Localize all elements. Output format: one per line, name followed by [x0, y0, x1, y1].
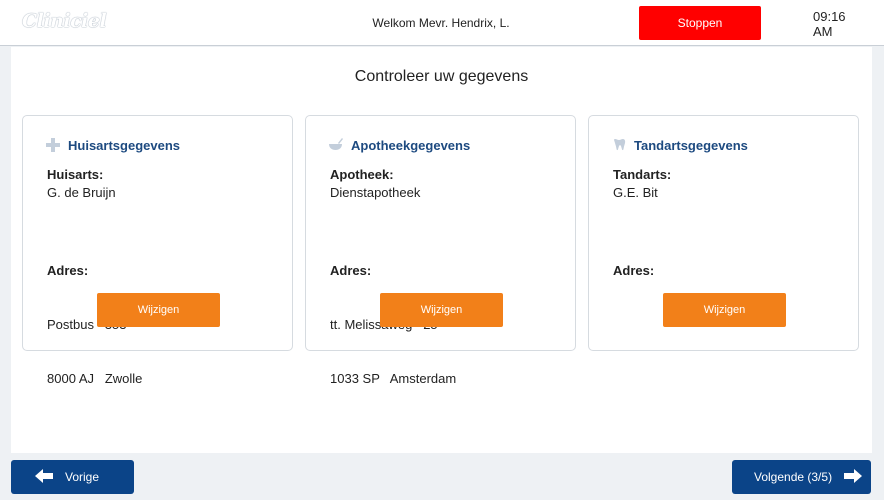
card-title: Apotheekgegevens [351, 137, 471, 153]
address-field: Adres: [613, 226, 654, 388]
address-label: Adres: [613, 263, 655, 278]
address-label: Adres: [330, 263, 372, 278]
address-line-2: 8000 AJ Zwolle [47, 371, 143, 386]
top-bar: Cliniciel Welkom Mevr. Hendrix, L. Stopp… [0, 0, 884, 46]
edit-huisarts-button[interactable]: Wijzigen [97, 293, 220, 327]
previous-label: Vorige [65, 470, 100, 484]
stop-button[interactable]: Stoppen [639, 6, 761, 40]
footer-bar: Vorige Volgende (3/5) [0, 453, 884, 500]
app-logo: Cliniciel [22, 10, 107, 32]
next-button[interactable]: Volgende (3/5) [732, 460, 871, 494]
address-label: Adres: [47, 263, 89, 278]
name-label: Apotheek: [330, 167, 394, 182]
card-header: Huisartsgegevens [45, 137, 180, 153]
name-field: Tandarts: G.E. Bit [613, 166, 671, 202]
clock: 09:16 AM [813, 9, 846, 39]
arrow-left-icon [35, 468, 53, 486]
name-field: Huisarts: G. de Bruijn [47, 166, 116, 202]
card-header: Tandartsgegevens [611, 137, 748, 153]
name-value: G. de Bruijn [47, 185, 116, 200]
edit-apotheek-button[interactable]: Wijzigen [380, 293, 503, 327]
card-apotheek: Apotheekgegevens Apotheek: Dienstapothee… [305, 115, 576, 386]
tooth-icon [611, 137, 627, 153]
welcome-text: Welkom Mevr. Hendrix, L. [372, 16, 510, 30]
previous-button[interactable]: Vorige [11, 460, 134, 494]
card-header: Apotheekgegevens [328, 137, 470, 153]
name-value: Dienstapotheek [330, 185, 421, 200]
arrow-right-icon [844, 468, 863, 486]
next-label: Volgende (3/5) [754, 470, 833, 484]
main-content: Controleer uw gegevens Huisartsgegevens … [11, 47, 872, 453]
edit-tandarts-button[interactable]: Wijzigen [663, 293, 786, 327]
name-label: Huisarts: [47, 167, 104, 182]
card-title: Tandartsgegevens [634, 137, 748, 153]
clock-time: 09:16 [813, 9, 846, 24]
name-field: Apotheek: Dienstapotheek [330, 166, 420, 202]
address-line-2: 1033 SP Amsterdam [330, 371, 457, 386]
name-value: G.E. Bit [613, 185, 658, 200]
mortar-icon [328, 137, 344, 153]
card-huisarts: Huisartsgegevens Huisarts: G. de Bruijn … [22, 115, 293, 386]
plus-icon [45, 137, 61, 153]
page-title: Controleer uw gegevens [354, 68, 529, 85]
clock-ampm: AM [813, 24, 833, 39]
card-title: Huisartsgegevens [68, 137, 180, 153]
card-tandarts: Tandartsgegevens Tandarts: G.E. Bit Adre… [588, 115, 859, 351]
name-label: Tandarts: [613, 167, 672, 182]
